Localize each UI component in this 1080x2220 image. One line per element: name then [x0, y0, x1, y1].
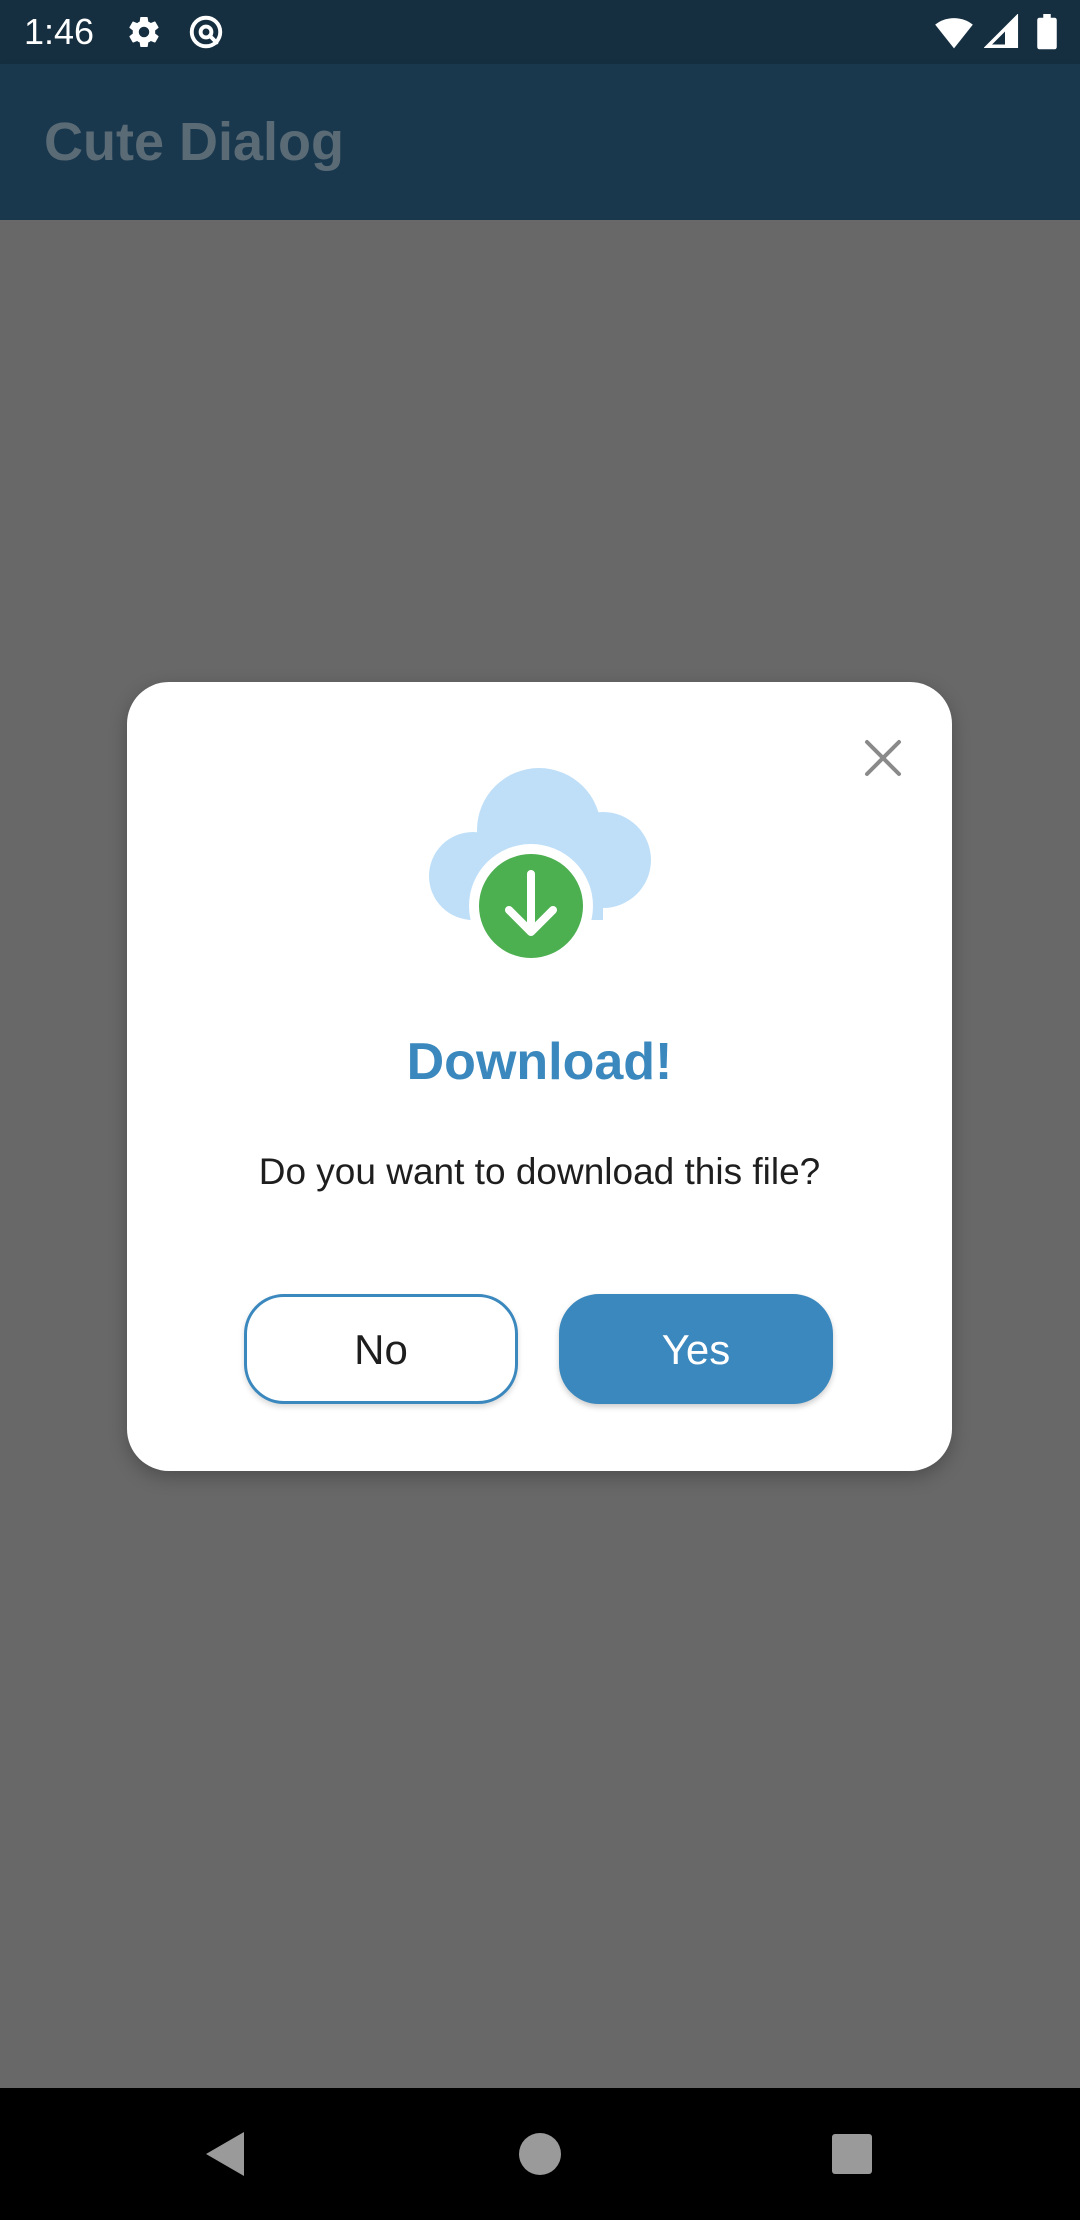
download-dialog: Download! Do you want to download this f…: [127, 682, 952, 1471]
wifi-icon: [934, 14, 974, 50]
status-time: 1:46: [24, 11, 95, 52]
recents-icon[interactable]: [826, 2128, 878, 2180]
battery-icon: [1036, 14, 1058, 50]
screen: 1:46 Cute Dialog Download! Do you want t…: [0, 0, 1080, 2220]
gear-icon: [126, 14, 162, 50]
status-bar: 1:46: [0, 0, 1080, 64]
back-icon[interactable]: [200, 2128, 252, 2180]
navigation-bar: [0, 2088, 1080, 2220]
no-button[interactable]: No: [244, 1294, 518, 1404]
app-bar: Cute Dialog: [0, 64, 1080, 220]
yes-button[interactable]: Yes: [559, 1294, 833, 1404]
close-icon[interactable]: [855, 730, 911, 786]
dialog-title: Download!: [406, 1033, 673, 1091]
dialog-message: Do you want to download this file?: [258, 1151, 821, 1192]
cloud-download-icon: [425, 756, 655, 968]
cell-signal-icon: [983, 13, 1020, 50]
app-title: Cute Dialog: [44, 112, 345, 172]
at-sign-icon: [188, 14, 224, 50]
home-icon[interactable]: [514, 2128, 566, 2180]
